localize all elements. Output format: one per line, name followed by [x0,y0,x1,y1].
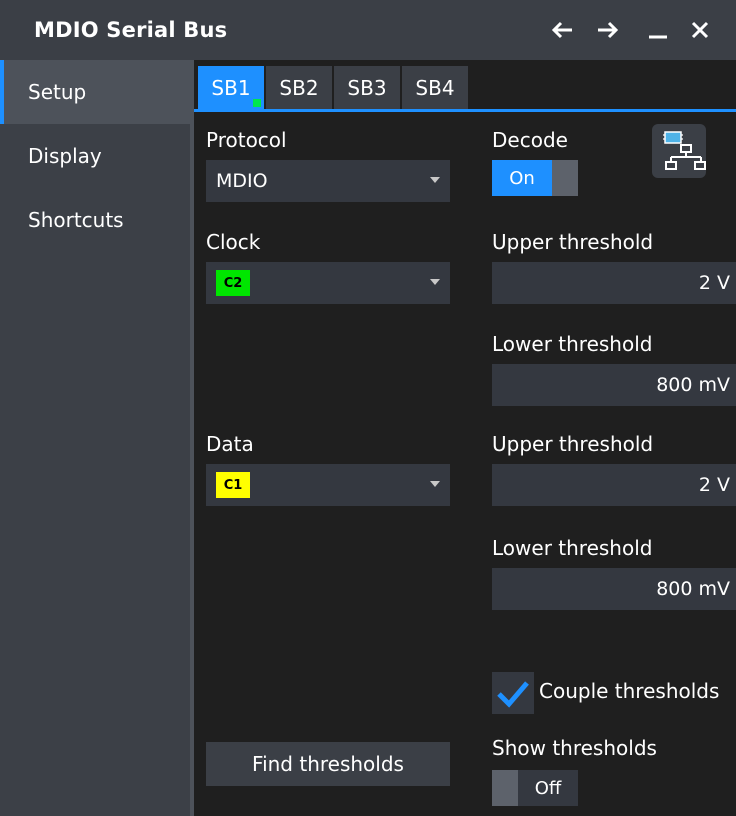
main-panel: SB1 SB2 SB3 SB4 Protocol MDIO Decode On [194,60,736,816]
toggle-knob [552,160,578,196]
clock-label: Clock [206,230,261,254]
channel-badge-c2: C2 [216,270,250,296]
chevron-down-icon [430,481,440,487]
couple-thresholds-checkbox[interactable] [492,672,534,714]
data-source-dropdown[interactable]: C1 [206,464,450,506]
clock-lower-threshold-label: Lower threshold [492,332,653,356]
threshold-value: 2 V [698,474,730,496]
tab-sb1[interactable]: SB1 [198,66,264,109]
data-lower-threshold-input[interactable]: 800 mV [492,568,736,610]
window-title: MDIO Serial Bus [34,18,228,42]
toggle-state: On [492,160,552,196]
data-upper-threshold-label: Upper threshold [492,432,654,456]
toggle-state: Off [518,770,578,806]
threshold-value: 800 mV [656,374,730,396]
data-upper-threshold-input[interactable]: 2 V [492,464,736,506]
tab-label: SB1 [211,75,251,100]
sidebar-item-shortcuts[interactable]: Shortcuts [0,188,190,252]
clock-upper-threshold-input[interactable]: 2 V [492,262,736,304]
network-diagram-icon[interactable] [652,124,706,178]
sidebar-item-setup[interactable]: Setup [0,60,190,124]
back-arrow-icon[interactable] [542,0,582,60]
clock-source-dropdown[interactable]: C2 [206,262,450,304]
tab-label: SB3 [347,75,387,100]
sidebar-item-label: Setup [28,80,87,104]
data-label: Data [206,432,254,456]
decode-label: Decode [492,128,568,152]
chevron-down-icon [430,177,440,183]
protocol-label: Protocol [206,128,287,152]
clock-lower-threshold-input[interactable]: 800 mV [492,364,736,406]
chevron-down-icon [430,279,440,285]
minimize-icon[interactable] [638,0,678,60]
forward-arrow-icon[interactable] [588,0,628,60]
threshold-value: 800 mV [656,578,730,600]
threshold-value: 2 V [698,272,730,294]
protocol-value: MDIO [216,170,268,192]
tab-label: SB2 [279,75,319,100]
active-indicator-led [253,99,261,107]
show-thresholds-toggle[interactable]: Off [492,770,578,806]
decode-toggle[interactable]: On [492,160,578,196]
title-bar: MDIO Serial Bus [0,0,736,60]
clock-upper-threshold-label: Upper threshold [492,230,654,254]
sidebar-item-label: Display [28,144,102,168]
couple-thresholds-label: Couple thresholds [539,679,720,703]
tab-label: SB4 [415,75,455,100]
close-icon[interactable] [680,0,720,60]
show-thresholds-label: Show thresholds [492,736,657,760]
sidebar-item-label: Shortcuts [28,208,124,232]
tab-bar: SB1 SB2 SB3 SB4 [194,60,736,112]
checkmark-icon [497,681,529,708]
data-lower-threshold-label: Lower threshold [492,536,653,560]
protocol-dropdown[interactable]: MDIO [206,160,450,202]
find-thresholds-button[interactable]: Find thresholds [206,742,450,786]
tab-sb2[interactable]: SB2 [266,66,332,109]
sidebar: Setup Display Shortcuts [0,60,190,816]
channel-badge-c1: C1 [216,472,250,498]
button-label: Find thresholds [252,752,404,776]
tab-sb3[interactable]: SB3 [334,66,400,109]
tab-sb4[interactable]: SB4 [402,66,468,109]
sidebar-item-display[interactable]: Display [0,124,190,188]
toggle-knob [492,770,518,806]
